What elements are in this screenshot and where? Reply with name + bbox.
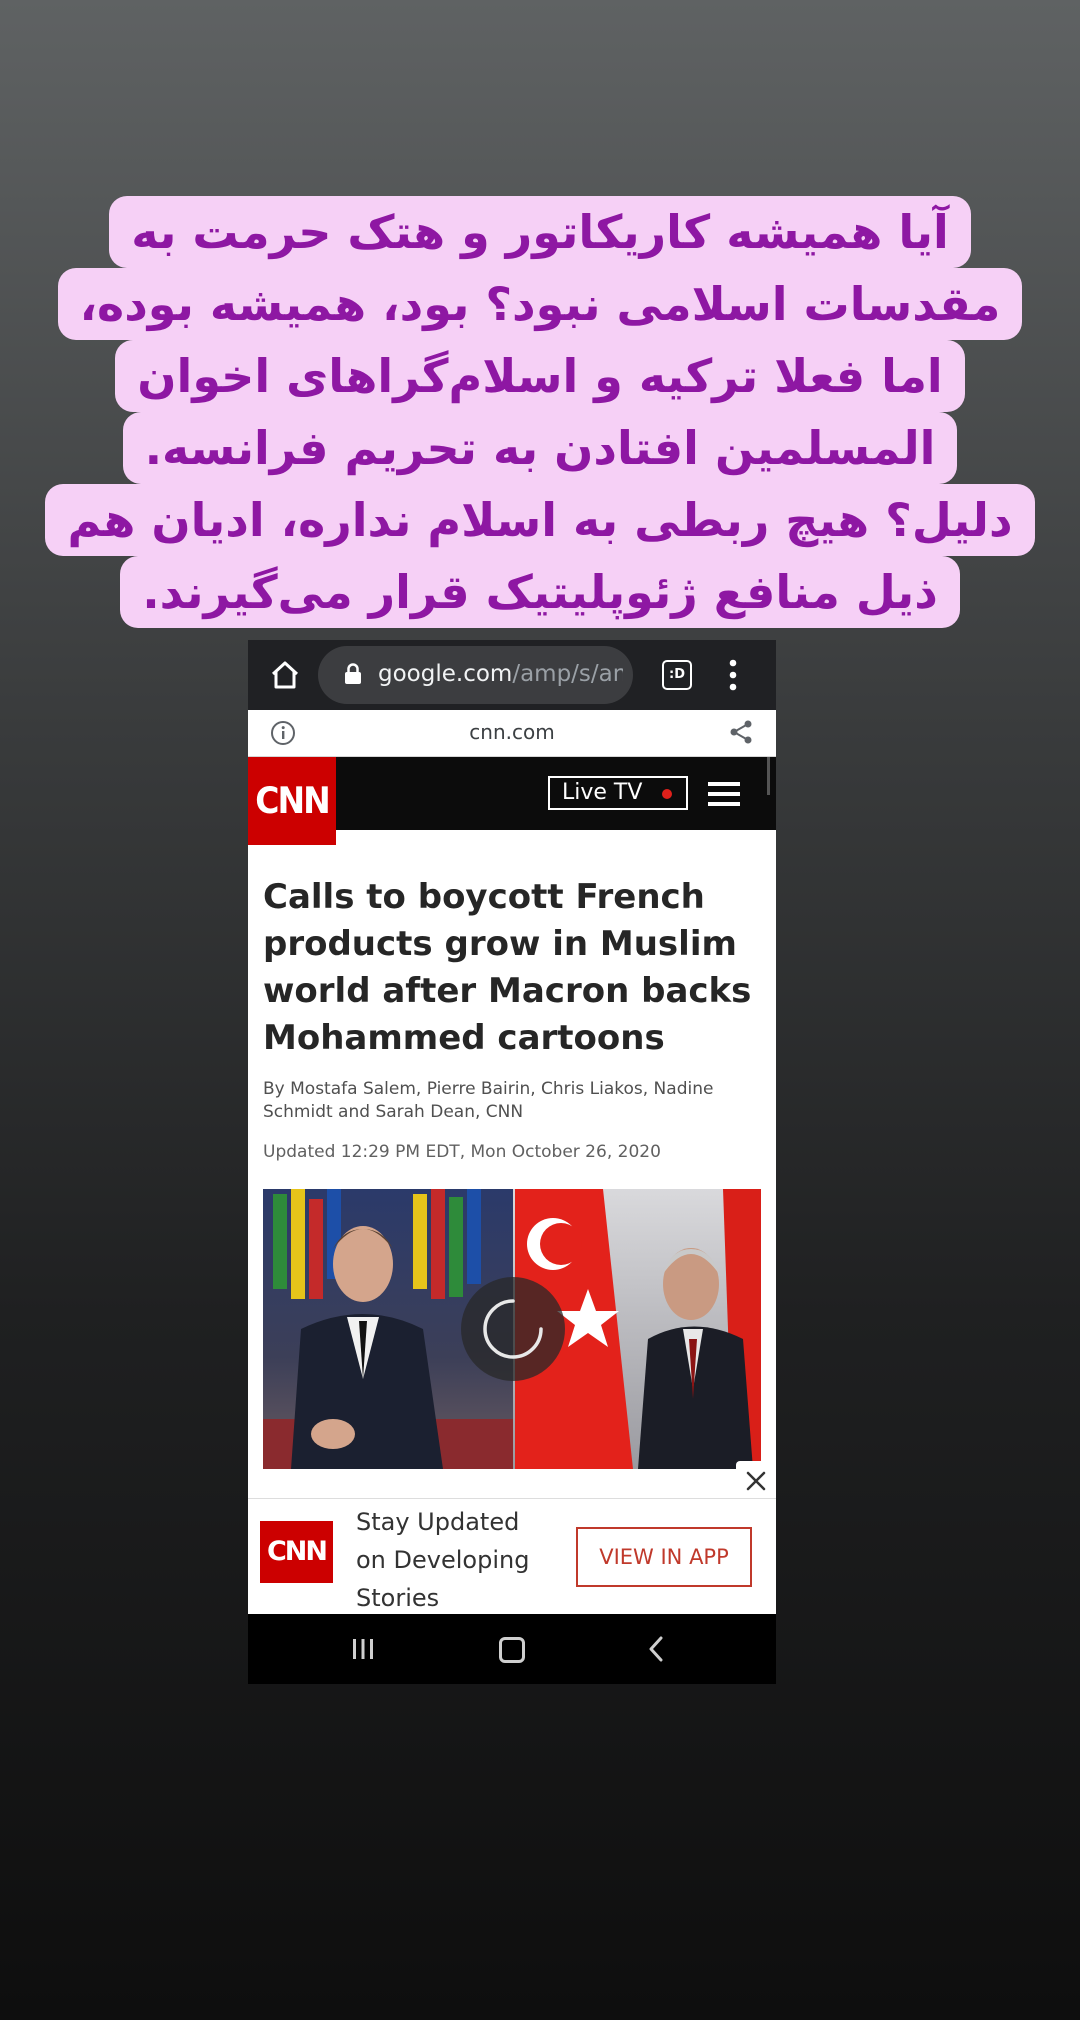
menu-dots-icon[interactable] bbox=[728, 656, 738, 694]
home-icon[interactable] bbox=[268, 658, 302, 692]
hamburger-menu-icon[interactable] bbox=[708, 782, 740, 806]
system-nav-bar bbox=[248, 1614, 776, 1684]
amp-header-bar: cnn.com bbox=[248, 710, 776, 757]
close-banner-icon[interactable] bbox=[736, 1461, 776, 1501]
share-icon[interactable] bbox=[728, 719, 754, 745]
cnn-logo-text: CNN bbox=[255, 779, 330, 822]
browser-toolbar: google.com/amp/s/am :D bbox=[248, 640, 776, 710]
caption-line: دلیل؟ هیچ ربطی به اسلام نداره، ادیان هم bbox=[45, 484, 1035, 556]
address-bar[interactable]: google.com/amp/s/am bbox=[318, 646, 633, 704]
home-button-icon[interactable] bbox=[499, 1637, 525, 1663]
back-icon[interactable] bbox=[648, 1636, 664, 1662]
url-host: google.com bbox=[378, 661, 513, 687]
cnn-app-logo: CNN bbox=[260, 1521, 333, 1583]
article-timestamp: Updated 12:29 PM EDT, Mon October 26, 20… bbox=[263, 1142, 661, 1162]
caption-line: اما فعلا ترکیه و اسلام‌گراهای اخوان bbox=[115, 340, 965, 412]
article-headline: Calls to boycott French products grow in… bbox=[263, 877, 752, 1058]
caption-overlay: آیا همیشه کاریکاتور و هتک حرمت به مقدسات… bbox=[45, 196, 1035, 628]
caption-line: مقدسات اسلامی نبود؟ بود، همیشه بوده، bbox=[57, 268, 1023, 340]
caption-line: المسلمین افتادن به تحریم فرانسه. bbox=[122, 412, 958, 484]
article-hero-video[interactable] bbox=[263, 1189, 761, 1469]
recents-icon[interactable] bbox=[351, 1638, 375, 1660]
url-text[interactable]: google.com/amp/s/am bbox=[378, 661, 623, 687]
scrollbar bbox=[767, 757, 770, 795]
caption-line: آیا همیشه کاریکاتور و هتک حرمت به bbox=[109, 196, 971, 268]
video-loading-spinner-icon bbox=[461, 1277, 565, 1381]
banner-message: Stay Updated on Developing Stories bbox=[356, 1508, 530, 1612]
tab-switcher-icon[interactable]: :D bbox=[662, 660, 692, 690]
caption-line: ذیل منافع ژئوپلیتیک قرار می‌گیرند. bbox=[120, 556, 960, 628]
lock-icon bbox=[345, 663, 361, 684]
cnn-logo[interactable]: CNN bbox=[248, 757, 336, 845]
cnn-site-header: CNN Live TV bbox=[248, 757, 776, 845]
amp-domain: cnn.com bbox=[469, 720, 555, 744]
phone-screenshot: google.com/amp/s/am :D cnn.com CNN Live … bbox=[248, 640, 776, 1684]
view-in-app-button[interactable]: VIEW IN APP bbox=[576, 1527, 752, 1587]
article-byline: By Mostafa Salem, Pierre Bairin, Chris L… bbox=[263, 1079, 714, 1122]
live-indicator-icon bbox=[662, 789, 672, 799]
live-tv-label: Live TV bbox=[562, 780, 643, 805]
url-path: /amp/s/am bbox=[512, 661, 623, 687]
live-tv-button[interactable]: Live TV bbox=[548, 776, 688, 810]
app-install-banner: CNN Stay Updated on Developing Stories V… bbox=[248, 1498, 776, 1615]
